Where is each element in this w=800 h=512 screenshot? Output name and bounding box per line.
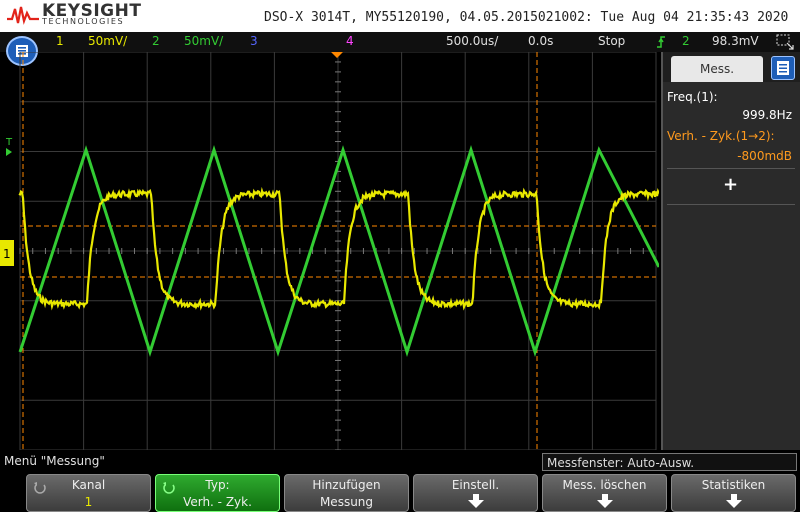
channel-status-bar: 1 50mV/ 2 50mV/ 3 4 500.0us/ 0.0s Stop 2…	[0, 32, 800, 52]
softkey-settings[interactable]: Einstell.	[413, 474, 538, 512]
tab-measurements[interactable]: Mess.	[671, 56, 763, 82]
delay[interactable]: 0.0s	[528, 34, 553, 48]
header-bar: KEYSIGHT TECHNOLOGIES DSO-X 3014T, MY551…	[0, 0, 800, 32]
waveform-display[interactable]: T1	[0, 52, 659, 450]
softkey-channel-label: Kanal	[71, 478, 106, 492]
ch4-number[interactable]: 4	[346, 34, 354, 48]
meas1-label-text: Freq.(1):	[667, 90, 718, 104]
keysight-logo-icon	[7, 6, 39, 25]
softkey-statistics-label: Statistiken	[701, 478, 766, 492]
softkey-add-label: Hinzufügen	[312, 478, 381, 492]
trigger-level[interactable]: 98.3mV	[712, 34, 759, 48]
softkey-channel-value: 1	[84, 495, 93, 509]
softkey-type[interactable]: Typ: Verh. - Zyk.	[155, 474, 280, 512]
ch1-marker-label: 1	[3, 247, 11, 261]
ch3-number[interactable]: 3	[250, 34, 258, 48]
meas1-value: 999.8Hz	[742, 108, 792, 122]
measurement-window-select[interactable]: Messfenster: Auto-Ausw.	[542, 453, 797, 471]
meas2-label[interactable]: Verh. - Zyk.(1→2):	[667, 129, 775, 143]
graticule	[19, 52, 657, 450]
softkey-bar: Kanal 1 Typ: Verh. - Zyk. Hinzufügen Mes…	[0, 472, 800, 512]
measurement-panel: Mess. Freq.(1): 999.8Hz Verh. - Zyk.(1→2…	[661, 52, 800, 450]
softkey-clear-measurement[interactable]: Mess. löschen	[542, 474, 667, 512]
divider	[667, 204, 795, 205]
trigger-arrow-icon	[6, 148, 12, 156]
menu-title: Menü "Messung"	[4, 454, 105, 468]
down-arrow-icon	[726, 494, 742, 508]
softkey-type-value: Verh. - Zyk.	[183, 495, 252, 509]
screen-select-icon[interactable]	[776, 34, 794, 50]
softkey-channel[interactable]: Kanal 1	[26, 474, 151, 512]
timebase[interactable]: 500.0us/	[446, 34, 498, 48]
softkey-add-value: Messung	[319, 495, 374, 509]
trigger-position-marker[interactable]	[331, 52, 343, 58]
ch2-number[interactable]: 2	[152, 34, 160, 48]
trigger-edge-icon	[657, 36, 665, 48]
trigger-source[interactable]: 2	[682, 34, 690, 48]
softkey-settings-label: Einstell.	[451, 478, 500, 492]
brand-subtitle: TECHNOLOGIES	[42, 17, 125, 26]
ch1-scale[interactable]: 50mV/	[88, 34, 127, 48]
down-arrow-icon	[597, 494, 613, 508]
add-measurement-button[interactable]: +	[723, 174, 738, 195]
ch1-number[interactable]: 1	[56, 34, 64, 48]
softkey-statistics[interactable]: Statistiken	[671, 474, 796, 512]
ch1-square-trace	[18, 186, 659, 311]
trigger-level-marker[interactable]: T	[5, 137, 13, 148]
panel-menu-icon[interactable]	[771, 56, 795, 80]
divider	[667, 168, 795, 169]
softkey-add-measurement[interactable]: Hinzufügen Messung	[284, 474, 409, 512]
measurement-list: Freq.(1): 999.8Hz Verh. - Zyk.(1→2): -80…	[663, 82, 800, 450]
run-state[interactable]: Stop	[598, 34, 625, 48]
ch2-scale[interactable]: 50mV/	[184, 34, 223, 48]
softkey-clear-label: Mess. löschen	[562, 478, 647, 492]
softkey-type-label: Typ:	[205, 478, 230, 492]
instrument-info: DSO-X 3014T, MY55120190, 04.05.201502100…	[264, 10, 789, 25]
down-arrow-icon	[468, 494, 484, 508]
meas1-label[interactable]: Freq.(1):	[667, 90, 718, 104]
meas2-value: -800mdB	[737, 149, 792, 163]
